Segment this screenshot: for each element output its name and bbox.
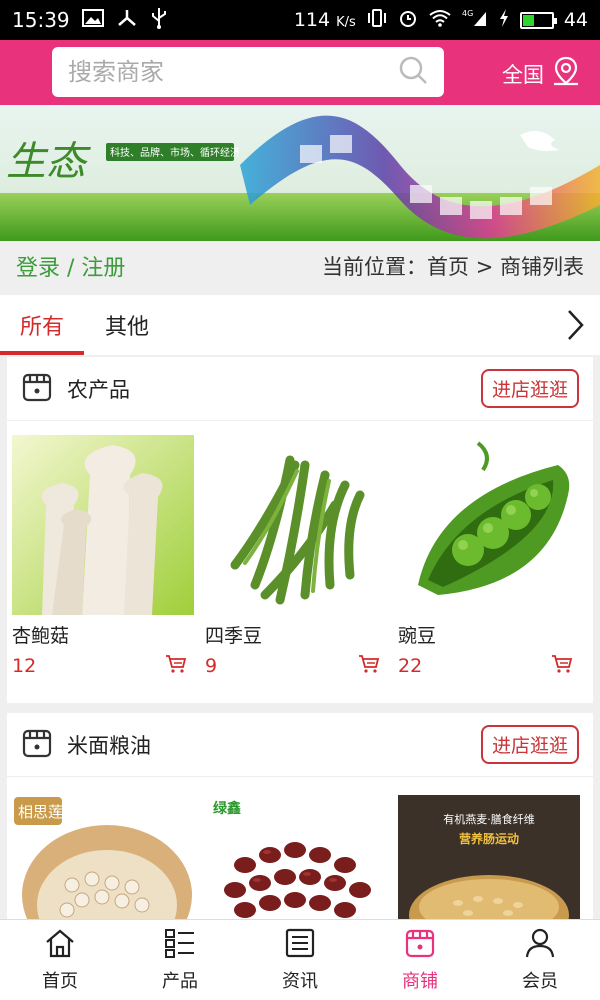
category-tabs: 所有 其他 [0, 295, 600, 355]
product-card[interactable]: 豌豆 22 [398, 435, 591, 678]
list-icon [164, 928, 196, 963]
bottom-nav: 首页 产品 资讯 商铺 会员 [0, 919, 600, 1000]
image-icon [81, 8, 104, 32]
header: 全国 [0, 40, 600, 105]
tab-other[interactable]: 其他 [84, 295, 170, 355]
banner-slogan: 科技、品牌、市场、循环经济 [110, 146, 240, 159]
nav-label: 会员 [522, 970, 558, 992]
product-price: 9 [205, 655, 218, 677]
chevron-right-icon[interactable] [564, 307, 586, 347]
battery-percent: 44 [563, 9, 588, 31]
product-brand: 相思莲 [18, 803, 63, 821]
product-card[interactable]: 杏鲍菇 12 [12, 435, 205, 678]
shop-header: 农产品 进店逛逛 [7, 357, 593, 421]
search-input[interactable] [68, 58, 398, 86]
product-name: 杏鲍菇 [12, 625, 70, 647]
promo-banner[interactable]: 生态 科技、品牌、市场、循环经济 [0, 105, 600, 241]
shop-icon [21, 371, 53, 407]
wifi-icon [428, 9, 452, 32]
nav-news[interactable]: 资讯 [240, 920, 360, 1000]
login-register-link[interactable]: 登录 / 注册 [16, 250, 125, 282]
charging-icon [498, 8, 510, 33]
product-card[interactable]: 四季豆 9 [205, 435, 398, 678]
banner-logo: 生态 [6, 139, 91, 185]
visit-shop-button[interactable]: 进店逛逛 [480, 369, 579, 408]
nav-label: 首页 [42, 970, 78, 992]
product-name: 豌豆 [398, 625, 437, 647]
nav-label: 产品 [162, 970, 198, 992]
nav-label: 资讯 [282, 970, 318, 992]
product-image[interactable] [12, 435, 194, 615]
region-selector[interactable]: 全国 [502, 56, 580, 91]
share-icon [116, 8, 138, 33]
vibrate-icon [366, 8, 388, 32]
shop-card: 农产品 进店逛逛 杏鲍菇 12 四季豆 9 豌豆 22 [7, 357, 593, 703]
location-pin-icon [552, 56, 580, 91]
product-caption: 有机燕麦·膳食纤维 [443, 812, 535, 826]
nav-shops[interactable]: 商铺 [360, 920, 480, 1000]
tab-all[interactable]: 所有 [0, 295, 84, 355]
nav-member[interactable]: 会员 [480, 920, 600, 1000]
product-image[interactable]: 相思莲 [12, 795, 194, 919]
nav-label: 商铺 [402, 970, 438, 992]
visit-shop-button[interactable]: 进店逛逛 [480, 725, 579, 764]
svg-text:4G: 4G [462, 9, 473, 18]
shop-card: 米面粮油 进店逛逛 相思莲 绿鑫 有机燕麦·膳食纤维 营养肠运动 [7, 713, 593, 919]
product-price: 12 [12, 655, 37, 677]
product-caption: 营养肠运动 [459, 831, 519, 846]
shop-icon [21, 727, 53, 763]
nav-products[interactable]: 产品 [120, 920, 240, 1000]
shop-header: 米面粮油 进店逛逛 [7, 713, 593, 777]
cart-icon[interactable] [358, 654, 380, 678]
cart-icon[interactable] [551, 654, 573, 678]
search-box[interactable] [52, 47, 444, 97]
product-card[interactable]: 相思莲 [12, 795, 205, 919]
usb-icon [150, 7, 168, 34]
shop-icon [404, 928, 436, 963]
search-icon[interactable] [398, 55, 428, 89]
status-bar: 15:39 114 K/s 4G 44 [0, 0, 600, 40]
alarm-icon [398, 8, 418, 33]
shop-name: 米面粮油 [67, 733, 151, 758]
time: 15:39 [12, 8, 70, 32]
product-card[interactable]: 绿鑫 [205, 795, 398, 919]
product-price: 22 [398, 655, 423, 677]
product-image[interactable]: 有机燕麦·膳食纤维 营养肠运动 [398, 795, 580, 919]
breadcrumb-bar: 登录 / 注册 当前位置：首页 > 商铺列表 [0, 241, 600, 291]
battery-icon [519, 11, 557, 29]
product-card[interactable]: 有机燕麦·膳食纤维 营养肠运动 [398, 795, 591, 919]
net-speed: 114 K/s [293, 9, 356, 31]
cart-icon[interactable] [165, 654, 187, 678]
user-icon [524, 928, 556, 963]
product-image[interactable]: 绿鑫 [205, 795, 387, 919]
home-icon [44, 928, 76, 963]
product-image[interactable] [205, 435, 387, 615]
breadcrumb: 当前位置：首页 > 商铺列表 [322, 255, 584, 279]
nav-home[interactable]: 首页 [0, 920, 120, 1000]
signal-icon: 4G [462, 8, 488, 33]
shop-name: 农产品 [67, 377, 130, 402]
news-icon [284, 928, 316, 963]
region-label: 全国 [502, 62, 544, 87]
product-name: 四季豆 [205, 625, 263, 647]
product-brand: 绿鑫 [213, 800, 241, 817]
product-image[interactable] [398, 435, 580, 615]
